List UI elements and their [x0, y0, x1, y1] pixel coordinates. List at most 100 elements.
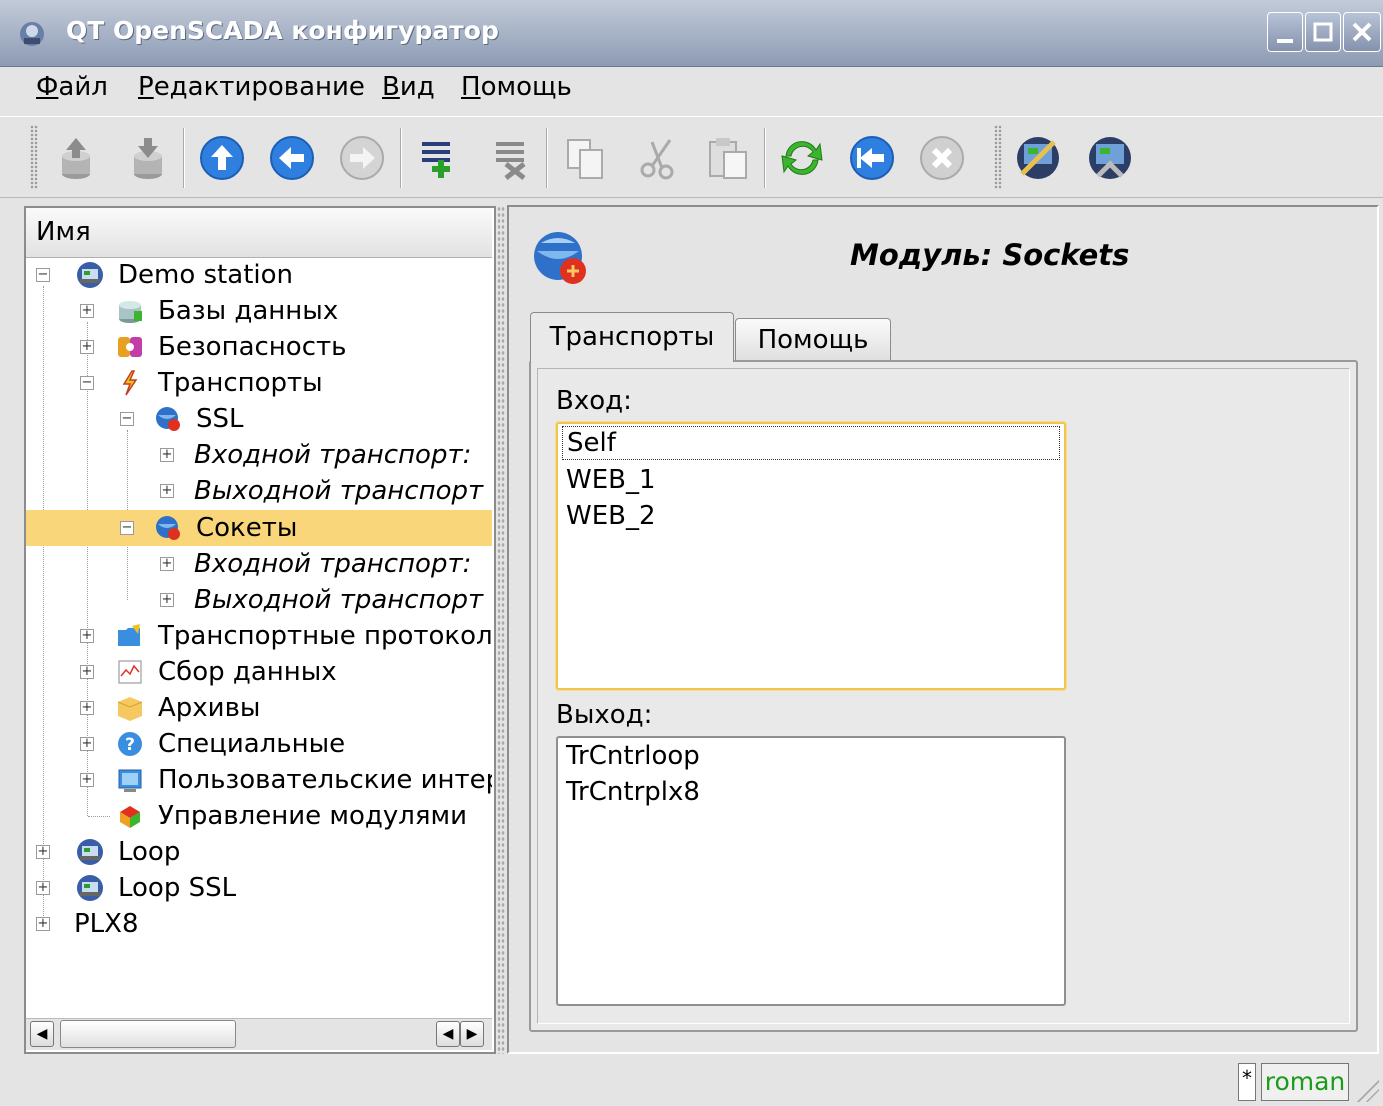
tree-item-security[interactable]: + Безопасность: [26, 329, 492, 365]
copy-icon[interactable]: [562, 134, 610, 182]
add-item-icon[interactable]: [414, 134, 462, 182]
close-button[interactable]: [1343, 12, 1381, 52]
forward-icon[interactable]: [338, 134, 386, 182]
station-tools-icon[interactable]: [1086, 134, 1134, 182]
menu-view[interactable]: Вид: [382, 72, 435, 102]
database-icon: [119, 301, 142, 323]
start-icon[interactable]: [848, 134, 896, 182]
station-icon: [77, 839, 103, 865]
tree-item-ssl-input-transport[interactable]: + Входной транспорт:: [26, 437, 492, 473]
window-title: QT OpenSCADA конфигуратор: [66, 16, 499, 45]
up-icon[interactable]: [198, 134, 246, 182]
tree-item-label: Управление модулями: [158, 801, 468, 831]
tree-item-loop-ssl[interactable]: + Loop SSL: [26, 870, 492, 906]
menu-help-mnemonic: П: [461, 72, 481, 102]
output-transports-list[interactable]: TrCntrloop TrCntrplx8: [556, 736, 1066, 1006]
tree-item-module-management[interactable]: Управление модулями: [26, 798, 492, 834]
window-resize-grip[interactable]: [1357, 1080, 1379, 1102]
window-titlebar[interactable]: QT OpenSCADA конфигуратор: [0, 0, 1383, 67]
scroll-thumb[interactable]: [60, 1020, 236, 1048]
network-module-icon: [156, 516, 180, 540]
expand-toggle[interactable]: +: [80, 304, 94, 318]
modules-icon: [120, 806, 140, 828]
delete-item-icon[interactable]: [488, 134, 536, 182]
tree-column-header[interactable]: Имя: [26, 208, 492, 258]
menu-file-label: айл: [58, 72, 108, 102]
expand-toggle[interactable]: +: [36, 917, 50, 931]
tree-item-transports[interactable]: − Транспорты: [26, 365, 492, 401]
tree-item-plx8[interactable]: + PLX8: [26, 906, 492, 942]
archive-box-icon: [117, 697, 143, 721]
list-item[interactable]: WEB_1: [566, 462, 656, 498]
tree-item-label: Пользовательские интерфейсы: [158, 765, 492, 795]
tab-transports[interactable]: Транспорты: [530, 312, 734, 362]
tree-item-ssl[interactable]: − SSL: [26, 401, 492, 437]
tree-item-transport-protocols[interactable]: + Транспортные протоколы: [26, 618, 492, 654]
toolbar-grip[interactable]: [30, 125, 38, 189]
tree-item-databases[interactable]: + Базы данных: [26, 293, 492, 329]
cut-icon[interactable]: [634, 134, 682, 182]
tree-item-sockets[interactable]: − Сокеты: [26, 510, 492, 546]
tab-help[interactable]: Помощь: [735, 318, 891, 362]
paste-icon[interactable]: [704, 134, 752, 182]
expand-toggle[interactable]: +: [36, 845, 50, 859]
menu-file-mnemonic: Ф: [36, 72, 59, 102]
scroll-left-button[interactable]: ◀: [436, 1021, 460, 1047]
list-item[interactable]: TrCntrloop: [566, 738, 700, 774]
tree-item-loop[interactable]: + Loop: [26, 834, 492, 870]
station-link-icon[interactable]: [1014, 134, 1062, 182]
list-item[interactable]: WEB_2: [566, 498, 656, 534]
toolbar-separator: [764, 128, 766, 188]
tree-item-user-interfaces[interactable]: + Пользовательские интерфейсы: [26, 762, 492, 798]
back-icon[interactable]: [268, 134, 316, 182]
expand-toggle[interactable]: +: [160, 593, 174, 607]
collapse-toggle[interactable]: −: [120, 521, 134, 535]
refresh-icon[interactable]: [778, 134, 826, 182]
svg-text:?: ?: [125, 735, 135, 755]
tree-item-data-acquisition[interactable]: + Сбор данных: [26, 654, 492, 690]
toolbar-separator: [400, 128, 402, 188]
tree-item-label: Выходной транспорт: [194, 476, 484, 506]
tree-item-sockets-output-transport[interactable]: + Выходной транспорт: [26, 582, 492, 618]
expand-toggle[interactable]: +: [80, 773, 94, 787]
minimize-button[interactable]: [1267, 12, 1303, 52]
save-icon[interactable]: [124, 134, 172, 182]
tree-item-archives[interactable]: + Архивы: [26, 690, 492, 726]
collapse-toggle[interactable]: −: [80, 376, 94, 390]
expand-toggle[interactable]: +: [80, 340, 94, 354]
tree-item-demo-station[interactable]: − Demo station: [26, 257, 492, 293]
maximize-button[interactable]: [1305, 12, 1341, 52]
menu-file[interactable]: Файл: [36, 72, 108, 102]
scroll-left-button[interactable]: ◀: [30, 1021, 54, 1047]
output-transports-label: Выход:: [556, 700, 653, 730]
list-item[interactable]: Self: [562, 426, 1060, 460]
current-user-label[interactable]: roman: [1261, 1063, 1349, 1101]
input-transports-list[interactable]: Self WEB_1 WEB_2: [556, 422, 1066, 690]
expand-toggle[interactable]: +: [160, 557, 174, 571]
expand-toggle[interactable]: +: [80, 629, 94, 643]
stop-icon[interactable]: [918, 134, 966, 182]
chart-icon: [118, 660, 142, 684]
expand-toggle[interactable]: +: [36, 881, 50, 895]
tree-item-label: Loop SSL: [118, 873, 237, 903]
expand-toggle[interactable]: +: [160, 484, 174, 498]
expand-toggle[interactable]: +: [80, 665, 94, 679]
tree-item-label: Выходной транспорт: [194, 585, 484, 615]
toolbar-grip[interactable]: [994, 125, 1002, 189]
expand-toggle[interactable]: +: [80, 737, 94, 751]
collapse-toggle[interactable]: −: [36, 268, 50, 282]
expand-toggle[interactable]: +: [80, 701, 94, 715]
expand-toggle[interactable]: +: [160, 448, 174, 462]
load-icon[interactable]: [52, 134, 100, 182]
security-icon: [118, 337, 142, 357]
menu-help[interactable]: Помощь: [461, 72, 572, 102]
menu-edit[interactable]: Редактирование: [138, 72, 365, 102]
tree-item-ssl-output-transport[interactable]: + Выходной транспорт: [26, 473, 492, 509]
tree-item-sockets-input-transport[interactable]: + Входной транспорт:: [26, 546, 492, 582]
tree-item-specials[interactable]: + ? Специальные: [26, 726, 492, 762]
collapse-toggle[interactable]: −: [120, 412, 134, 426]
scroll-right-button[interactable]: ▶: [460, 1021, 484, 1047]
list-item[interactable]: TrCntrplx8: [566, 774, 700, 810]
lightning-icon: [122, 370, 138, 396]
panel-splitter[interactable]: [497, 206, 505, 1054]
